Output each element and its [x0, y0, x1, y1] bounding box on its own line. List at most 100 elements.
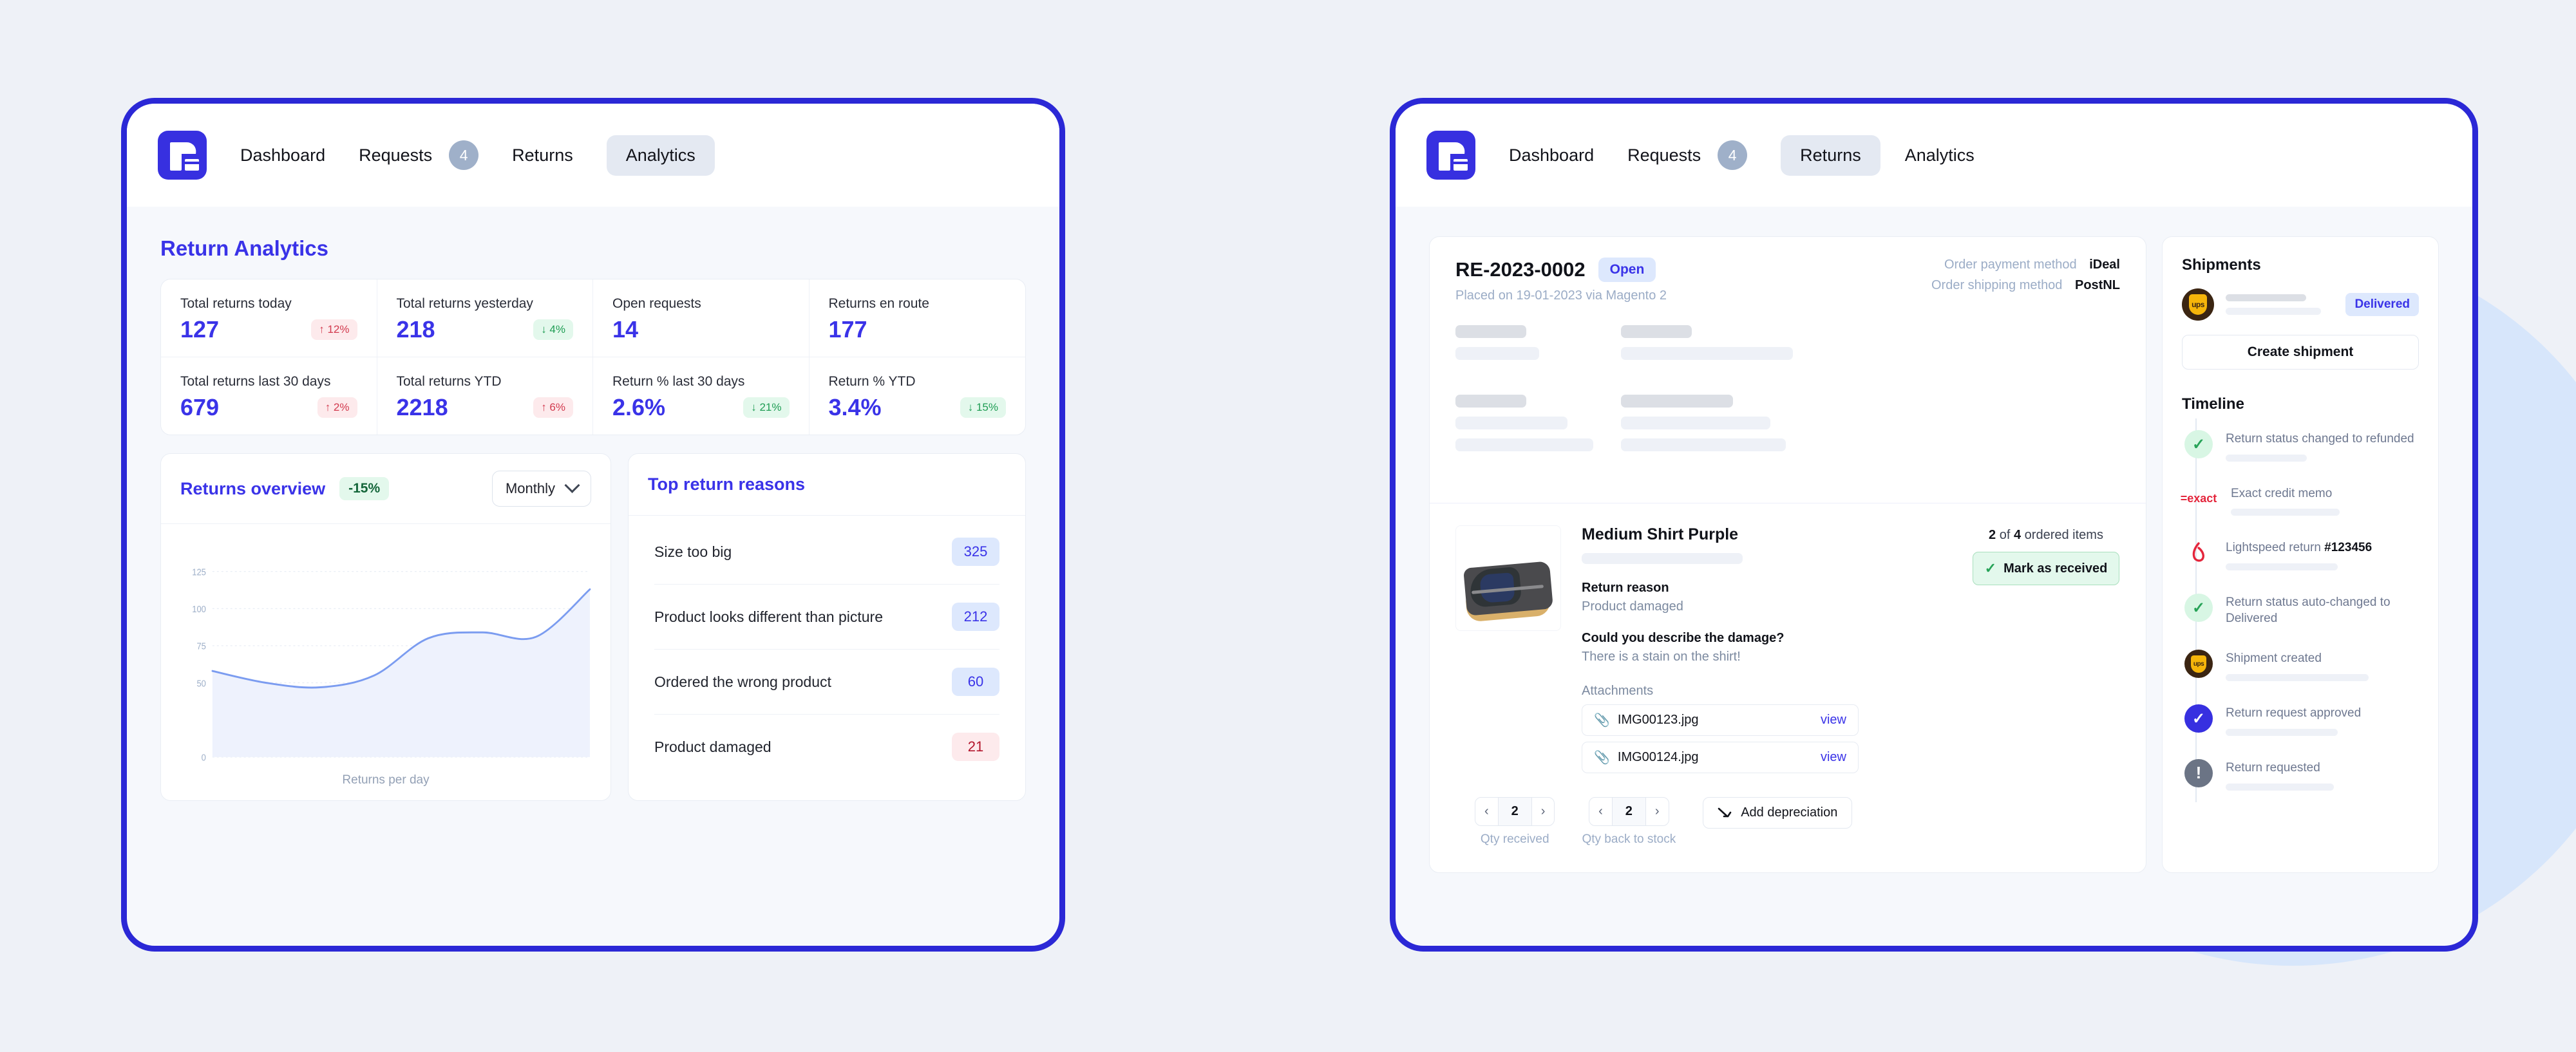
- stat-delta-badge: ↑ 2%: [317, 397, 357, 418]
- stat-value: 127: [180, 316, 220, 343]
- paperclip-icon: 📎: [1594, 751, 1610, 765]
- return-detail-window: Dashboard Requests 4 Returns Analytics R…: [1390, 98, 2478, 952]
- ups-logo-icon: ups: [2182, 288, 2214, 321]
- chart-range-value: Monthly: [505, 480, 555, 496]
- nav-item-analytics[interactable]: Analytics: [1905, 146, 1975, 165]
- skeleton-bar: [1621, 325, 1692, 338]
- skeleton-bar: [1455, 347, 1539, 360]
- chevron-right-icon[interactable]: ›: [1532, 798, 1555, 825]
- attachment-row[interactable]: 📎 IMG00124.jpg view: [1582, 742, 1859, 773]
- skeleton-bar: [2226, 454, 2307, 462]
- chart-y-tick-label: 100: [192, 603, 206, 614]
- returnless-logo-icon[interactable]: [1426, 131, 1475, 180]
- reason-count-badge: 212: [952, 603, 999, 631]
- list-item[interactable]: Product damaged 21: [654, 715, 999, 779]
- meta-value: iDeal: [2089, 258, 2120, 272]
- nav-item-returns[interactable]: Returns: [1781, 135, 1880, 176]
- nav-item-returns[interactable]: Returns: [512, 146, 573, 165]
- chevron-left-icon[interactable]: ‹: [1589, 798, 1612, 825]
- qty-back-to-stock-stepper: ‹ 2 › Qty back to stock: [1582, 797, 1676, 847]
- paperclip-icon: 📎: [1594, 713, 1610, 728]
- returns-overview-card: Returns overview -15% Monthly 0 50 75 100 12…: [160, 453, 611, 801]
- timeline-text: Return status changed to refunded: [2226, 432, 2414, 446]
- stat-card: Total returns today 127 ↑ 12%: [161, 279, 377, 357]
- analytics-page: Return Analytics Total returns today 127…: [127, 207, 1059, 831]
- qty-received-stepper: ‹ 2 › Qty received: [1475, 797, 1555, 847]
- timeline-text: Exact credit memo: [2231, 486, 2333, 500]
- page-title: Return Analytics: [160, 236, 329, 260]
- stat-card: Open requests 14: [593, 279, 810, 357]
- top-return-reasons-card: Top return reasons Size too big 325 Prod…: [628, 453, 1026, 801]
- stat-value: 679: [180, 394, 220, 420]
- add-depreciation-button[interactable]: Add depreciation: [1703, 797, 1853, 829]
- list-item[interactable]: Size too big 325: [654, 520, 999, 585]
- stat-delta-badge: ↑ 12%: [311, 319, 357, 340]
- skeleton-bar: [1582, 553, 1743, 564]
- skeleton-bar: [1455, 395, 1526, 408]
- damage-question-value: There is a stain on the shirt!: [1582, 650, 1741, 664]
- shipments-title: Shipments: [2182, 256, 2261, 274]
- return-reason-label: Return reason: [1582, 581, 1669, 595]
- timeline-title: Timeline: [2182, 395, 2244, 413]
- chevron-left-icon[interactable]: ‹: [1475, 798, 1498, 825]
- list-item[interactable]: Ordered the wrong product 60: [654, 650, 999, 715]
- timeline-item: ✓ Return status changed to refunded: [2184, 418, 2419, 473]
- timeline-item: ✓ Return status auto-changed to Delivere…: [2184, 582, 2419, 638]
- chart-y-tick-label: 125: [192, 567, 206, 578]
- list-item[interactable]: Product looks different than picture 212: [654, 585, 999, 650]
- chart-x-label: Returns per day: [342, 773, 430, 787]
- reason-label: Product damaged: [654, 738, 772, 755]
- qty-back-to-stock-value[interactable]: 2: [1611, 798, 1646, 825]
- chart-plot-area: 0 50 75 100 125: [161, 524, 611, 773]
- chevron-right-icon[interactable]: ›: [1646, 798, 1669, 825]
- reasons-list: Size too big 325 Product looks different…: [629, 516, 1025, 779]
- reason-count-badge: 60: [952, 668, 999, 696]
- attachment-view-link[interactable]: view: [1821, 713, 1846, 728]
- stat-label: Total returns yesterday: [396, 296, 533, 311]
- reasons-title: Top return reasons: [648, 474, 806, 494]
- nav-item-dashboard[interactable]: Dashboard: [240, 146, 325, 165]
- timeline-text: Lightspeed return #123456: [2226, 541, 2372, 555]
- nav-item-requests[interactable]: Requests: [359, 146, 432, 165]
- nav-item-requests[interactable]: Requests: [1627, 146, 1701, 165]
- attachment-row[interactable]: 📎 IMG00123.jpg view: [1582, 704, 1859, 736]
- nav-item-dashboard[interactable]: Dashboard: [1509, 146, 1594, 165]
- stat-label: Return % YTD: [828, 374, 916, 389]
- shipment-skeleton: [2226, 294, 2334, 315]
- chart-delta-badge: -15%: [339, 477, 390, 500]
- reason-label: Ordered the wrong product: [654, 673, 831, 690]
- stat-value: 177: [828, 316, 867, 343]
- return-item-row: Medium Shirt Purple Return reason Produc…: [1430, 503, 2146, 792]
- timeline-item: ups Shipment created: [2184, 638, 2419, 693]
- stat-card: Total returns last 30 days 679 ↑ 2%: [161, 357, 377, 435]
- qty-received-value[interactable]: 2: [1497, 798, 1532, 825]
- quantity-controls: ‹ 2 › Qty received ‹ 2 › Qty back to sto…: [1430, 792, 2146, 872]
- attachment-view-link[interactable]: view: [1821, 750, 1846, 765]
- stat-card: Return % YTD 3.4% ↓ 15%: [810, 357, 1026, 435]
- chart-y-tick-label: 75: [196, 641, 206, 652]
- create-shipment-button[interactable]: Create shipment: [2182, 335, 2419, 370]
- stat-delta-badge: ↓ 15%: [960, 397, 1006, 418]
- stat-delta-badge: ↓ 21%: [743, 397, 790, 418]
- skeleton-bar: [1621, 347, 1793, 360]
- requests-count-badge: 4: [1718, 140, 1748, 170]
- stat-value: 2218: [396, 394, 448, 420]
- skeleton-bar: [1621, 417, 1770, 429]
- returns-area-chart: 0 50 75 100 125: [192, 567, 591, 763]
- stat-card: Returns en route 177: [809, 279, 1025, 357]
- reason-count-badge: 21: [952, 733, 999, 761]
- timeline-item: ✓ Return request approved: [2184, 693, 2419, 747]
- meta-key: Order payment method: [1944, 258, 2077, 272]
- stat-card: Return % last 30 days 2.6% ↓ 21%: [593, 357, 810, 435]
- mark-as-received-button[interactable]: ✓ Mark as received: [1972, 552, 2120, 585]
- stat-value: 2.6%: [612, 394, 666, 420]
- ups-shield-icon: ups: [2191, 655, 2206, 673]
- chart-range-select[interactable]: Monthly: [491, 471, 591, 507]
- stat-delta-badge: ↑ 6%: [533, 397, 573, 418]
- timeline-text: Return request approved: [2226, 706, 2362, 720]
- status-badge: Open: [1598, 258, 1656, 282]
- stat-value: 14: [612, 316, 639, 343]
- nav-item-analytics[interactable]: Analytics: [606, 135, 715, 176]
- ordered-items-count: 2 of 4 ordered items: [1989, 528, 2103, 542]
- returnless-logo-icon[interactable]: [158, 131, 207, 180]
